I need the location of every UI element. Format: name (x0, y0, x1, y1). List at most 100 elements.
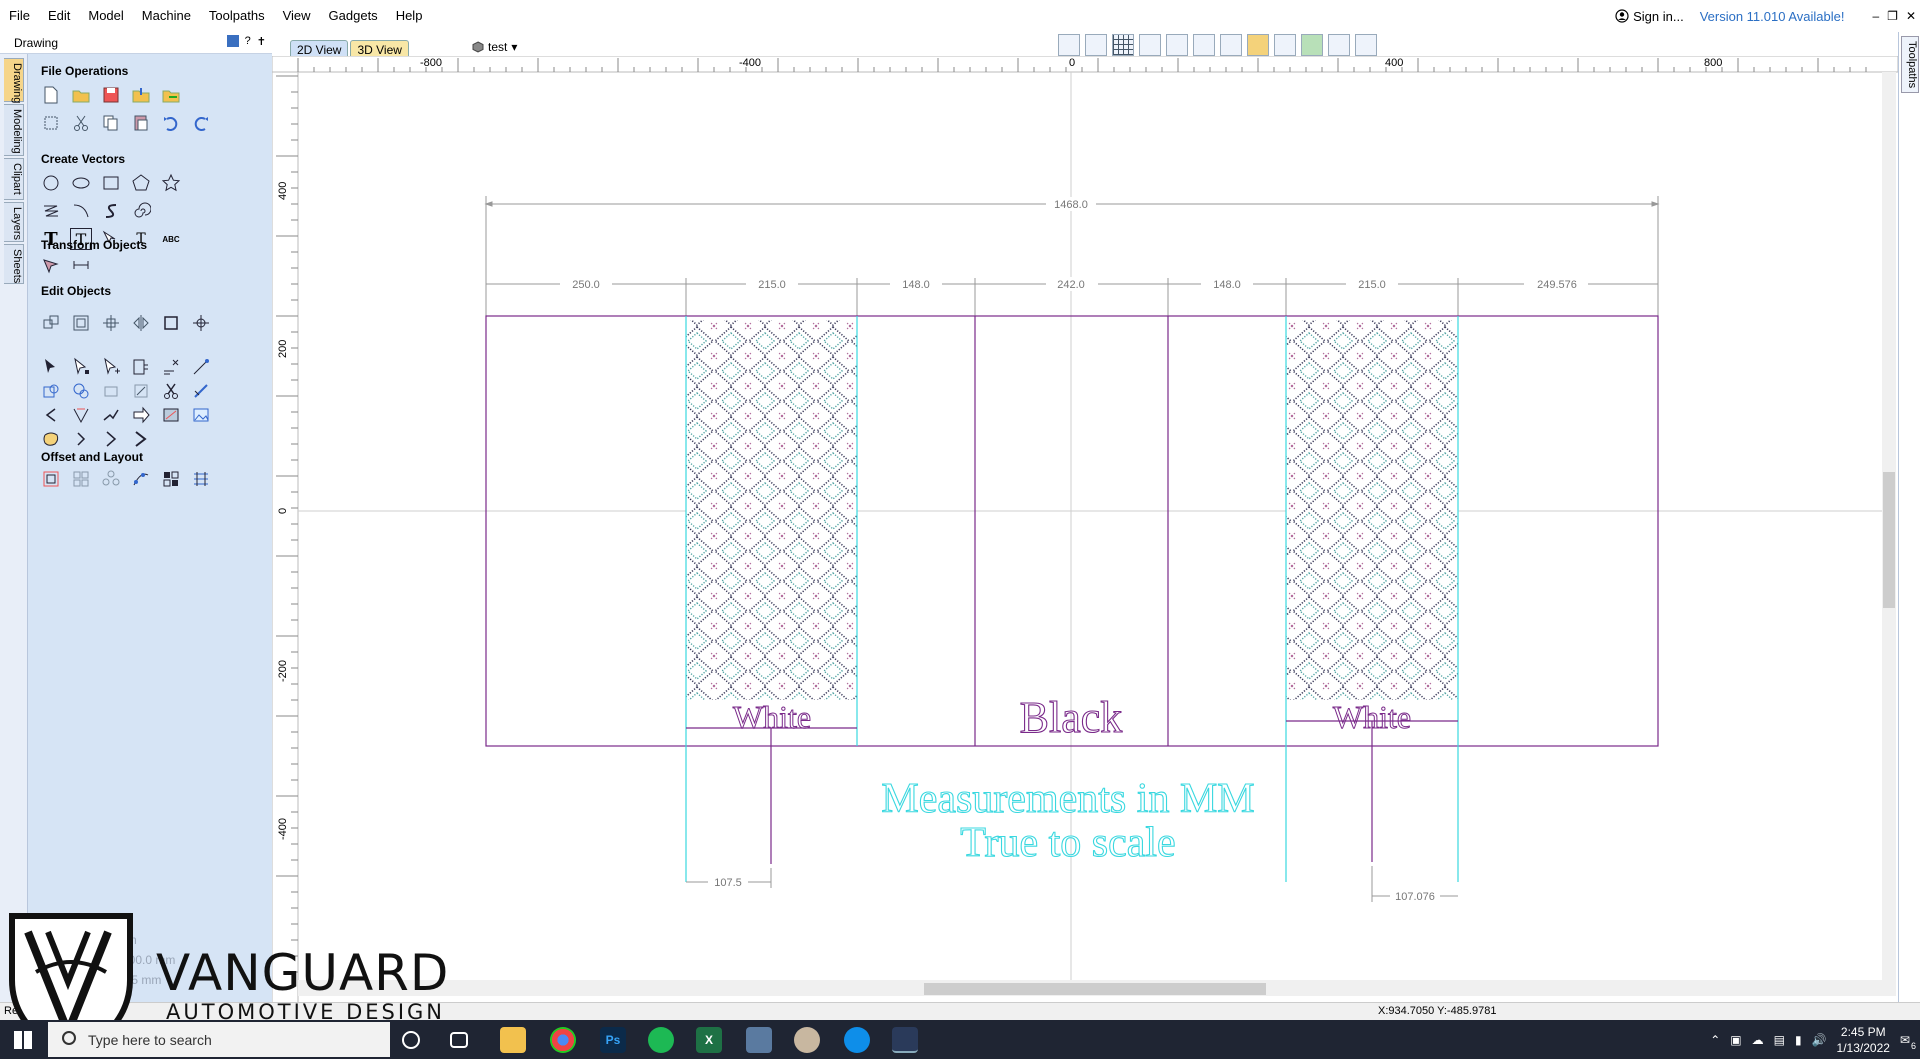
rectangle-icon[interactable] (100, 172, 122, 194)
drawing-canvas[interactable]: -800 -400 0 400 800 400 200 0 -200 -400 … (272, 56, 1898, 1014)
app-icon[interactable] (746, 1027, 772, 1053)
chevron-up-icon[interactable]: ⌃ (1710, 1033, 1720, 1047)
snap-to-grid-icon[interactable] (1058, 34, 1080, 56)
display-icon[interactable]: ▣ (1730, 1033, 1741, 1047)
node-edit-icon[interactable] (70, 356, 92, 378)
array-copy-icon[interactable] (70, 468, 92, 490)
sign-in-button[interactable]: Sign in... (1615, 9, 1684, 24)
extend-icon[interactable] (130, 404, 152, 426)
open-file-icon[interactable] (70, 84, 92, 106)
polyline-icon[interactable] (40, 200, 62, 222)
chevron-right-medium-icon[interactable] (100, 428, 122, 450)
chevron-right-small-icon[interactable] (70, 428, 92, 450)
menu-file[interactable]: File (0, 0, 39, 32)
redo-icon[interactable] (190, 112, 212, 134)
job-setup-icon[interactable] (40, 112, 62, 134)
export-icon[interactable] (160, 84, 182, 106)
tab-sheets[interactable]: Sheets (4, 244, 24, 284)
show-toolpaths-icon[interactable] (1274, 34, 1296, 56)
menu-edit[interactable]: Edit (39, 0, 79, 32)
fillet-icon[interactable] (190, 380, 212, 402)
chrome-icon[interactable] (550, 1027, 576, 1053)
abc-text-icon[interactable]: ABC (160, 228, 182, 250)
draw-pen-icon[interactable] (40, 254, 62, 276)
menu-machine[interactable]: Machine (133, 0, 200, 32)
material-icon[interactable] (1301, 34, 1323, 56)
menu-view[interactable]: View (274, 0, 320, 32)
select-icon[interactable] (40, 356, 62, 378)
import-icon[interactable] (130, 84, 152, 106)
image-icon[interactable] (190, 404, 212, 426)
excel-icon[interactable]: X (696, 1027, 722, 1053)
note-true-to-scale[interactable]: True to scale (960, 819, 1177, 866)
mirror-icon[interactable] (130, 312, 152, 334)
restore-icon[interactable]: ❐ (1887, 9, 1898, 23)
menu-model[interactable]: Model (79, 0, 132, 32)
network-icon[interactable]: ▤ (1774, 1033, 1785, 1047)
close-vector-icon[interactable] (130, 380, 152, 402)
battery-icon[interactable]: ▮ (1795, 1033, 1802, 1047)
document-tab[interactable]: test ▾ (472, 40, 517, 54)
file-explorer-icon[interactable] (500, 1027, 526, 1053)
move-icon[interactable] (40, 312, 62, 334)
align-icon[interactable] (100, 312, 122, 334)
spiral-curve-icon[interactable] (40, 428, 62, 450)
scale-icon[interactable] (70, 312, 92, 334)
ellipse-icon[interactable] (70, 172, 92, 194)
notification-icon[interactable]: ✉ 6 (1900, 1033, 1916, 1051)
interactive-trim-icon[interactable] (130, 356, 152, 378)
ungroup-icon[interactable] (70, 380, 92, 402)
volume-icon[interactable]: 🔊 (1812, 1033, 1827, 1047)
scissors-icon[interactable] (160, 380, 182, 402)
taskbar-search-box[interactable]: Type here to search (48, 1022, 390, 1057)
undo-icon[interactable] (160, 112, 182, 134)
menu-gadgets[interactable]: Gadgets (320, 0, 387, 32)
layout-split-icon[interactable] (1328, 34, 1350, 56)
save-icon[interactable] (100, 84, 122, 106)
circle-icon[interactable] (40, 172, 62, 194)
left-diamond-pattern[interactable] (686, 320, 857, 700)
arc-icon[interactable] (70, 200, 92, 222)
polygon-icon[interactable] (130, 172, 152, 194)
note-measurements[interactable]: Measurements in MM (881, 775, 1255, 822)
set-origin-icon[interactable] (190, 312, 212, 334)
offset-icon[interactable] (40, 468, 62, 490)
trim-icon[interactable] (160, 356, 182, 378)
chevron-right-large-icon[interactable] (130, 428, 152, 450)
task-view-icon[interactable] (450, 1032, 468, 1048)
cut-icon[interactable] (70, 112, 92, 134)
clock[interactable]: 2:45 PM 1/13/2022 (1837, 1024, 1890, 1056)
nesting-icon[interactable] (160, 468, 182, 490)
paint-icon[interactable] (794, 1027, 820, 1053)
zoom-box-icon[interactable] (1193, 34, 1215, 56)
group-icon[interactable] (40, 380, 62, 402)
layout-panel-icon[interactable] (1355, 34, 1377, 56)
cloud-icon[interactable]: ☁ (1752, 1033, 1764, 1047)
tab-toolpaths[interactable]: Toolpaths (1901, 36, 1919, 94)
transform-mode-icon[interactable] (100, 356, 122, 378)
label-black-center[interactable]: Black (1019, 692, 1123, 742)
copy-along-vector-icon[interactable] (130, 468, 152, 490)
spiral-icon[interactable] (130, 200, 152, 222)
tab-drawing[interactable]: Drawing (4, 58, 24, 103)
zoom-extents-icon[interactable] (1220, 34, 1242, 56)
menu-help[interactable]: Help (387, 0, 432, 32)
copy-icon[interactable] (100, 112, 122, 134)
grid-icon[interactable] (1112, 34, 1134, 56)
label-white-left[interactable]: White (732, 699, 811, 736)
circular-array-icon[interactable] (100, 468, 122, 490)
join-icon[interactable] (100, 380, 122, 402)
start-icon[interactable] (14, 1031, 32, 1049)
show-vectors-icon[interactable] (1247, 34, 1269, 56)
distort-icon[interactable] (160, 312, 182, 334)
help-icon[interactable]: ? (245, 35, 251, 48)
menu-toolpaths[interactable]: Toolpaths (200, 0, 274, 32)
horizontal-scroll-thumb[interactable] (924, 983, 1266, 995)
new-file-icon[interactable] (40, 84, 62, 106)
star-icon[interactable] (160, 172, 182, 194)
chamfer-icon[interactable] (70, 404, 92, 426)
panel-outline[interactable] (485, 315, 1659, 747)
snap-objects-icon[interactable] (1085, 34, 1107, 56)
close-icon[interactable]: ✕ (1906, 9, 1916, 23)
curve-icon[interactable] (100, 200, 122, 222)
